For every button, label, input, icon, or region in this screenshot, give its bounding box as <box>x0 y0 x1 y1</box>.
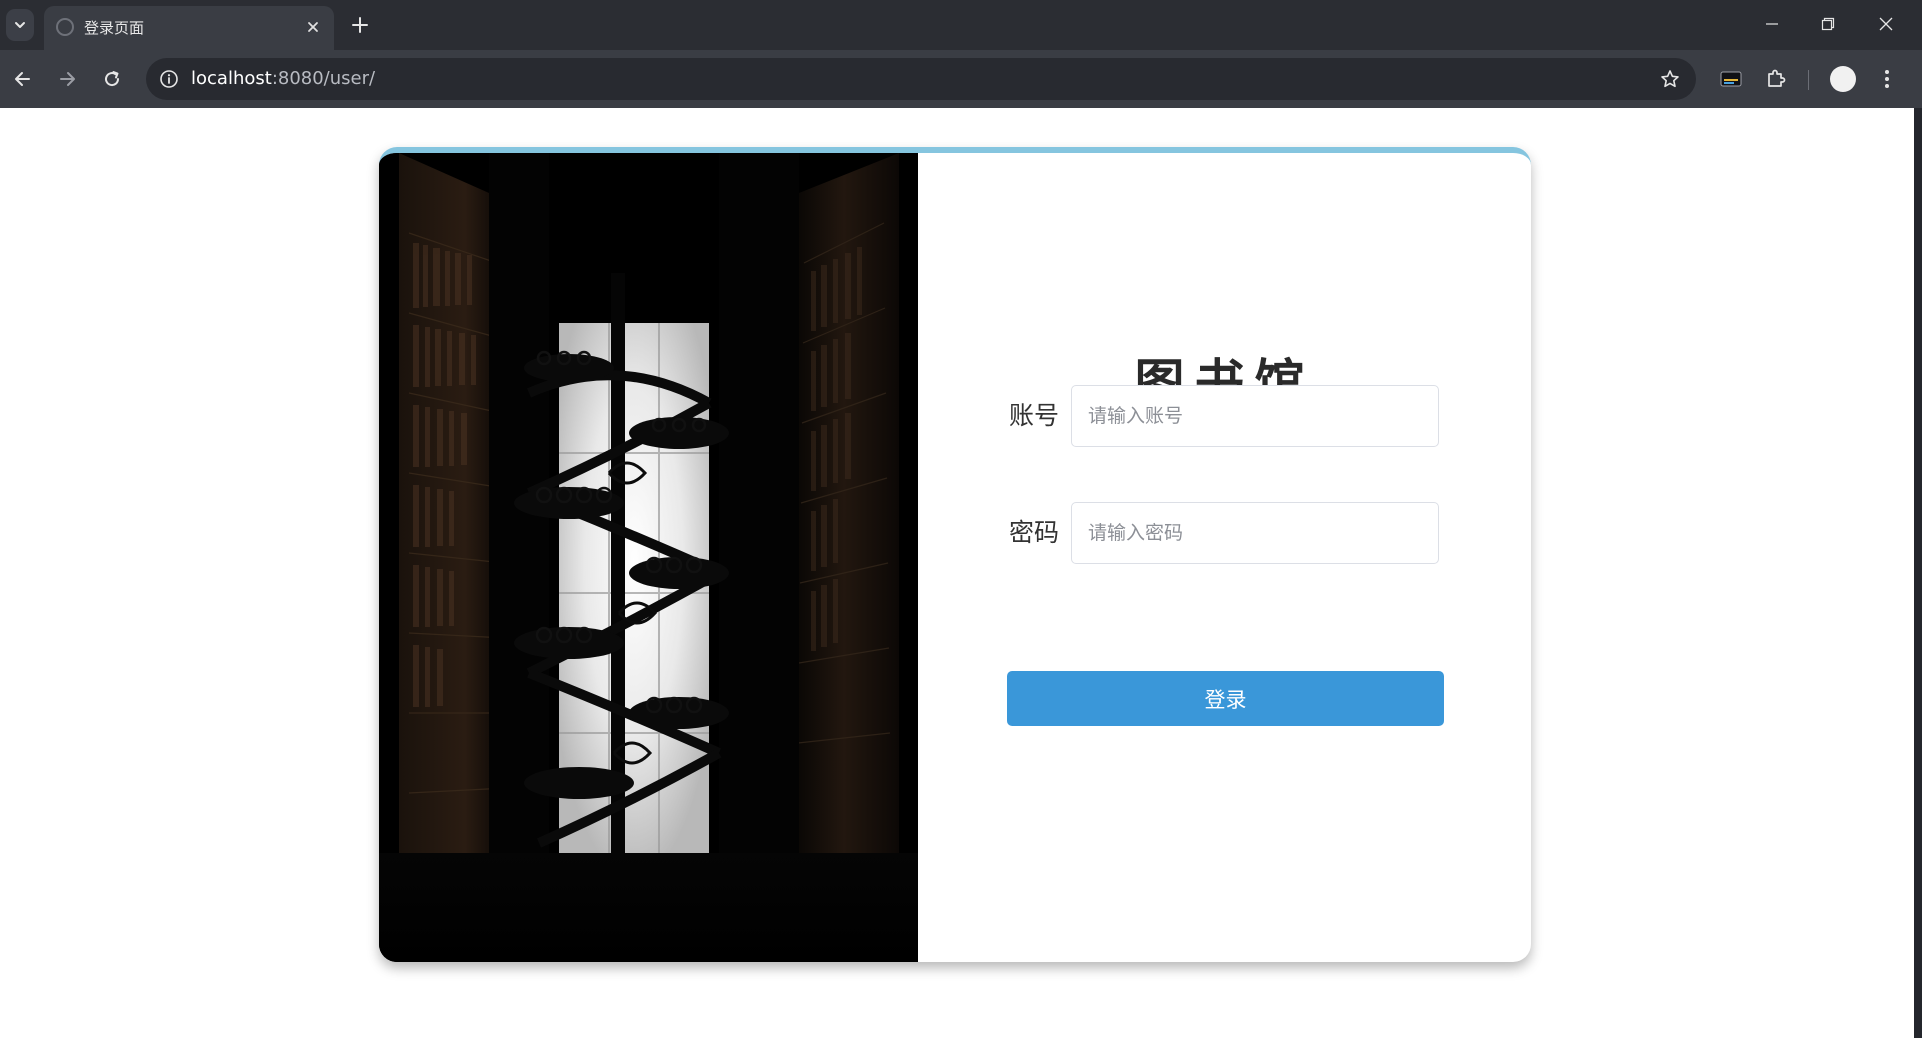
forward-button[interactable] <box>50 62 84 96</box>
close-window-button[interactable] <box>1866 8 1906 40</box>
browser-window: 登录页面 localhost:8080/user/ 图书馆 账号 请输入账号 密… <box>0 0 1922 1038</box>
media-extension-icon <box>1720 71 1742 87</box>
login-button[interactable]: 登录 <box>1007 671 1444 726</box>
tab-strip: 登录页面 <box>0 0 1922 50</box>
minimize-icon <box>1766 23 1778 25</box>
restore-button[interactable] <box>1808 8 1848 40</box>
browser-toolbar: localhost:8080/user/ <box>0 50 1922 108</box>
restore-icon <box>1821 17 1835 31</box>
extension-action-button[interactable] <box>1714 62 1748 96</box>
minimize-button[interactable] <box>1752 8 1792 40</box>
tab-title: 登录页面 <box>84 19 145 37</box>
back-button[interactable] <box>6 62 40 96</box>
toolbar-separator <box>1808 70 1809 90</box>
bookmark-button[interactable] <box>1658 67 1682 91</box>
url-host: localhost <box>191 68 272 89</box>
url-text[interactable]: localhost:8080/user/ <box>191 68 375 90</box>
account-input[interactable] <box>1071 385 1439 447</box>
password-input[interactable] <box>1071 502 1439 564</box>
url-path: :8080/user/ <box>271 68 376 89</box>
address-bar[interactable]: localhost:8080/user/ <box>146 58 1696 100</box>
close-icon <box>308 22 318 32</box>
library-staircase-image <box>379 153 918 962</box>
window-edge <box>1914 108 1922 1038</box>
profile-avatar[interactable] <box>1830 66 1856 92</box>
tab-search-button[interactable] <box>6 9 34 41</box>
close-icon <box>1879 17 1893 31</box>
globe-icon <box>56 18 74 36</box>
login-form: 图书馆 账号 密码 登录 <box>918 153 1531 962</box>
login-card: 图书馆 账号 密码 登录 <box>379 147 1531 962</box>
password-label: 密码 <box>1009 518 1060 547</box>
star-icon <box>1661 70 1679 88</box>
site-info-button[interactable] <box>156 66 182 92</box>
chevron-down-icon <box>15 22 25 28</box>
kebab-menu-icon <box>1885 70 1889 88</box>
extensions-button[interactable] <box>1759 62 1793 96</box>
arrow-right-icon <box>60 72 75 86</box>
info-icon <box>160 70 178 88</box>
library-photo <box>379 153 918 962</box>
reload-icon <box>105 71 120 87</box>
reload-button[interactable] <box>95 62 129 96</box>
tab-close-button[interactable] <box>302 16 324 38</box>
plus-icon <box>352 17 368 33</box>
new-tab-button[interactable] <box>345 10 375 40</box>
account-label: 账号 <box>1009 401 1060 430</box>
browser-menu-button[interactable] <box>1870 62 1904 96</box>
arrow-left-icon <box>15 72 30 86</box>
page-viewport: 图书馆 账号 密码 登录 <box>0 108 1914 1038</box>
puzzle-icon <box>1768 69 1786 87</box>
active-tab[interactable]: 登录页面 <box>44 6 334 50</box>
